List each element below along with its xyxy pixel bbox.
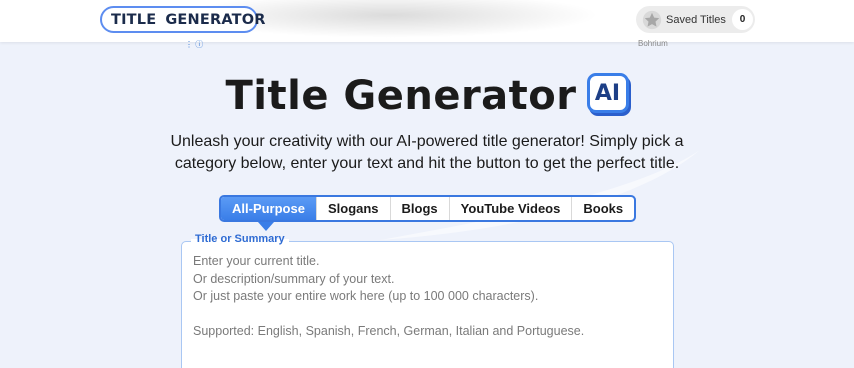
- tab-all-purpose[interactable]: All-Purpose: [221, 197, 317, 220]
- ai-badge: AI: [586, 73, 629, 113]
- saved-titles-label: Saved Titles: [666, 13, 726, 26]
- active-tab-pointer: [258, 222, 274, 231]
- saved-titles-count: 0: [732, 9, 753, 30]
- ad-label[interactable]: Bohrium: [638, 39, 668, 48]
- saved-titles-button[interactable]: Saved Titles 0: [636, 6, 755, 33]
- tab-slogans[interactable]: Slogans: [317, 197, 391, 220]
- page-subtitle: Unleash your creativity with our AI-powe…: [170, 133, 684, 172]
- hero-title-row: Title Generator AI: [0, 68, 854, 124]
- logo-text-title: TITLE: [111, 11, 157, 28]
- top-header: TITLE GENERATOR Saved Titles 0: [0, 0, 854, 42]
- tab-youtube-videos[interactable]: YouTube Videos: [450, 197, 573, 220]
- page-title: Title Generator: [225, 73, 577, 119]
- category-tabs: All-Purpose Slogans Blogs YouTube Videos…: [219, 195, 637, 222]
- title-summary-placeholder[interactable]: Enter your current title. Or description…: [193, 253, 663, 341]
- star-icon: [642, 10, 662, 29]
- title-summary-legend: Title or Summary: [191, 233, 289, 245]
- logo-text-generator: GENERATOR: [165, 11, 266, 28]
- tab-books[interactable]: Books: [572, 197, 634, 220]
- tab-blogs[interactable]: Blogs: [391, 197, 450, 220]
- site-logo[interactable]: TITLE GENERATOR: [100, 6, 265, 33]
- ad-info-icons[interactable]: ⋮ ⓘ: [185, 39, 203, 50]
